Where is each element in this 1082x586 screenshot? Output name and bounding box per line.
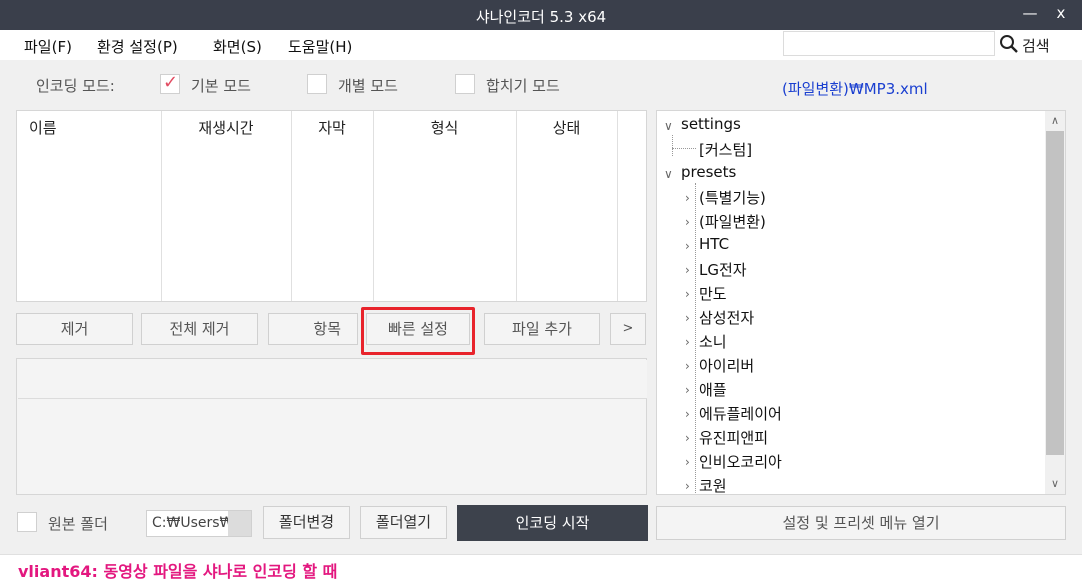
scroll-down-icon[interactable]: ∨ [1045,477,1065,490]
detail-panel-header [18,360,647,399]
merge-mode-checkbox[interactable] [455,74,475,94]
tree-node-preset[interactable]: 소니 [699,331,727,352]
tree-node-preset[interactable]: 인비오코리아 [699,451,782,472]
column-duration[interactable]: 재생시간 [161,117,291,138]
individual-mode-checkbox[interactable] [307,74,327,94]
chevron-right-icon[interactable]: › [685,479,690,493]
tree-node-preset[interactable]: 에듀플레이어 [699,403,782,424]
chevron-right-icon[interactable]: › [685,287,690,301]
chevron-right-icon[interactable]: › [685,215,690,229]
tree-connector [672,135,673,156]
remove-button[interactable]: 제거 [16,313,133,345]
individual-mode-label[interactable]: 개별 모드 [338,75,398,96]
search-button[interactable]: 검색 [997,30,1065,58]
chevron-right-icon[interactable]: › [685,311,690,325]
detail-panel [16,358,647,495]
chevron-down-icon[interactable]: ∨ [664,119,673,133]
tree-node-preset[interactable]: 애플 [699,379,727,400]
chevron-down-icon[interactable]: ∨ [664,167,673,181]
column-name[interactable]: 이름 [29,117,57,138]
column-divider[interactable] [291,111,292,301]
chevron-right-icon[interactable]: › [685,191,690,205]
tree-node-preset[interactable]: 유진피앤피 [699,427,768,448]
open-folder-button[interactable]: 폴더열기 [360,506,447,539]
chevron-right-icon[interactable]: › [685,263,690,277]
search-label: 검색 [1022,37,1050,55]
window-title: 샤나인코더 5.3 x64 [475,8,607,26]
column-subtitle[interactable]: 자막 [291,117,373,138]
add-file-button[interactable]: 파일 추가 [484,313,600,345]
menu-view[interactable]: 화면(S) [213,36,262,57]
folder-path-scroll [228,511,251,536]
encoding-mode-label: 인코딩 모드: [36,77,115,95]
merge-mode-label[interactable]: 합치기 모드 [486,75,560,96]
tree-node-preset[interactable]: LG전자 [699,259,747,280]
chevron-right-icon[interactable]: › [685,383,690,397]
tree-node-preset[interactable]: 삼성전자 [699,307,754,328]
tree-node-preset[interactable]: 코원 [699,475,727,494]
column-divider[interactable] [373,111,374,301]
chevron-right-icon[interactable]: › [685,455,690,469]
more-buttons-arrow[interactable]: > [610,313,646,345]
chevron-right-icon[interactable]: › [685,335,690,349]
column-divider[interactable] [161,111,162,301]
tree-node-preset[interactable]: (특별기능) [699,187,766,208]
open-preset-menu-button[interactable]: 설정 및 프리셋 메뉴 열기 [656,506,1066,540]
tree-node-custom[interactable]: [커스텀] [699,139,752,160]
items-button[interactable]: 항목 [268,313,358,345]
title-bar: 샤나인코더 5.3 x64 — x [0,0,1082,30]
tree-node-settings[interactable]: settings [681,115,741,133]
chevron-right-icon[interactable]: › [685,431,690,445]
column-format[interactable]: 형식 [373,117,516,138]
column-divider[interactable] [617,111,618,301]
file-list[interactable]: 이름 재생시간 자막 형식 상태 [16,110,647,302]
chevron-right-icon[interactable]: › [685,407,690,421]
scroll-up-icon[interactable]: ∧ [1045,114,1065,127]
basic-mode-label[interactable]: 기본 모드 [191,75,251,96]
tree-node-preset[interactable]: 만도 [699,283,727,304]
magnifier-icon [1000,35,1018,53]
tree-node-preset[interactable]: 아이리버 [699,355,754,376]
change-folder-button[interactable]: 폴더변경 [263,506,350,539]
column-divider[interactable] [516,111,517,301]
close-button[interactable]: x [1050,4,1072,22]
remove-all-button[interactable]: 전체 제거 [141,313,258,345]
source-folder-label[interactable]: 원본 폴더 [48,513,108,534]
column-status[interactable]: 상태 [516,117,617,138]
tree-node-presets[interactable]: presets [681,163,736,181]
tree-node-preset[interactable]: HTC [699,235,729,253]
source-folder-checkbox[interactable] [17,512,37,532]
tree-connector [695,183,696,494]
chevron-right-icon[interactable]: › [685,359,690,373]
search-input[interactable] [783,31,995,56]
check-icon: ✓ [163,72,179,93]
menu-help[interactable]: 도움말(H) [288,36,352,57]
preset-tree[interactable]: ∨ settings [커스텀] ∨ presets › (특별기능) › (파… [656,110,1066,495]
quick-settings-highlight [361,307,475,355]
tree-node-preset[interactable]: (파일변환) [699,211,766,232]
status-text: vliant64: 동영상 파일을 샤나로 인코딩 할 때 [18,562,338,581]
menu-file[interactable]: 파일(F) [24,36,72,57]
chevron-right-icon[interactable]: › [685,239,690,253]
tree-connector [672,148,696,149]
tree-scrollbar-thumb[interactable] [1046,131,1064,455]
minimize-button[interactable]: — [1019,4,1041,22]
basic-mode-checkbox[interactable]: ✓ [160,72,180,94]
menu-settings[interactable]: 환경 설정(P) [97,36,178,57]
preset-path: (파일변환)₩MP3.xml [782,80,928,98]
start-encoding-button[interactable]: 인코딩 시작 [457,505,648,541]
